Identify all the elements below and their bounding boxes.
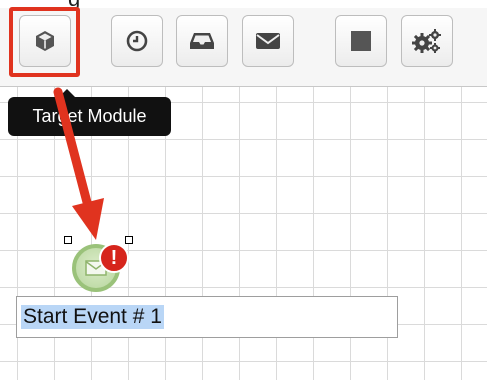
selection-handle-top-left[interactable]	[64, 236, 72, 244]
warning-badge[interactable]: !	[99, 243, 129, 273]
exclamation-icon: !	[110, 247, 118, 269]
selection-handle-top-right[interactable]	[125, 236, 133, 244]
start-event-label-text[interactable]: Start Event # 1	[21, 305, 164, 329]
start-event-label-field[interactable]: Start Event # 1	[16, 296, 398, 338]
